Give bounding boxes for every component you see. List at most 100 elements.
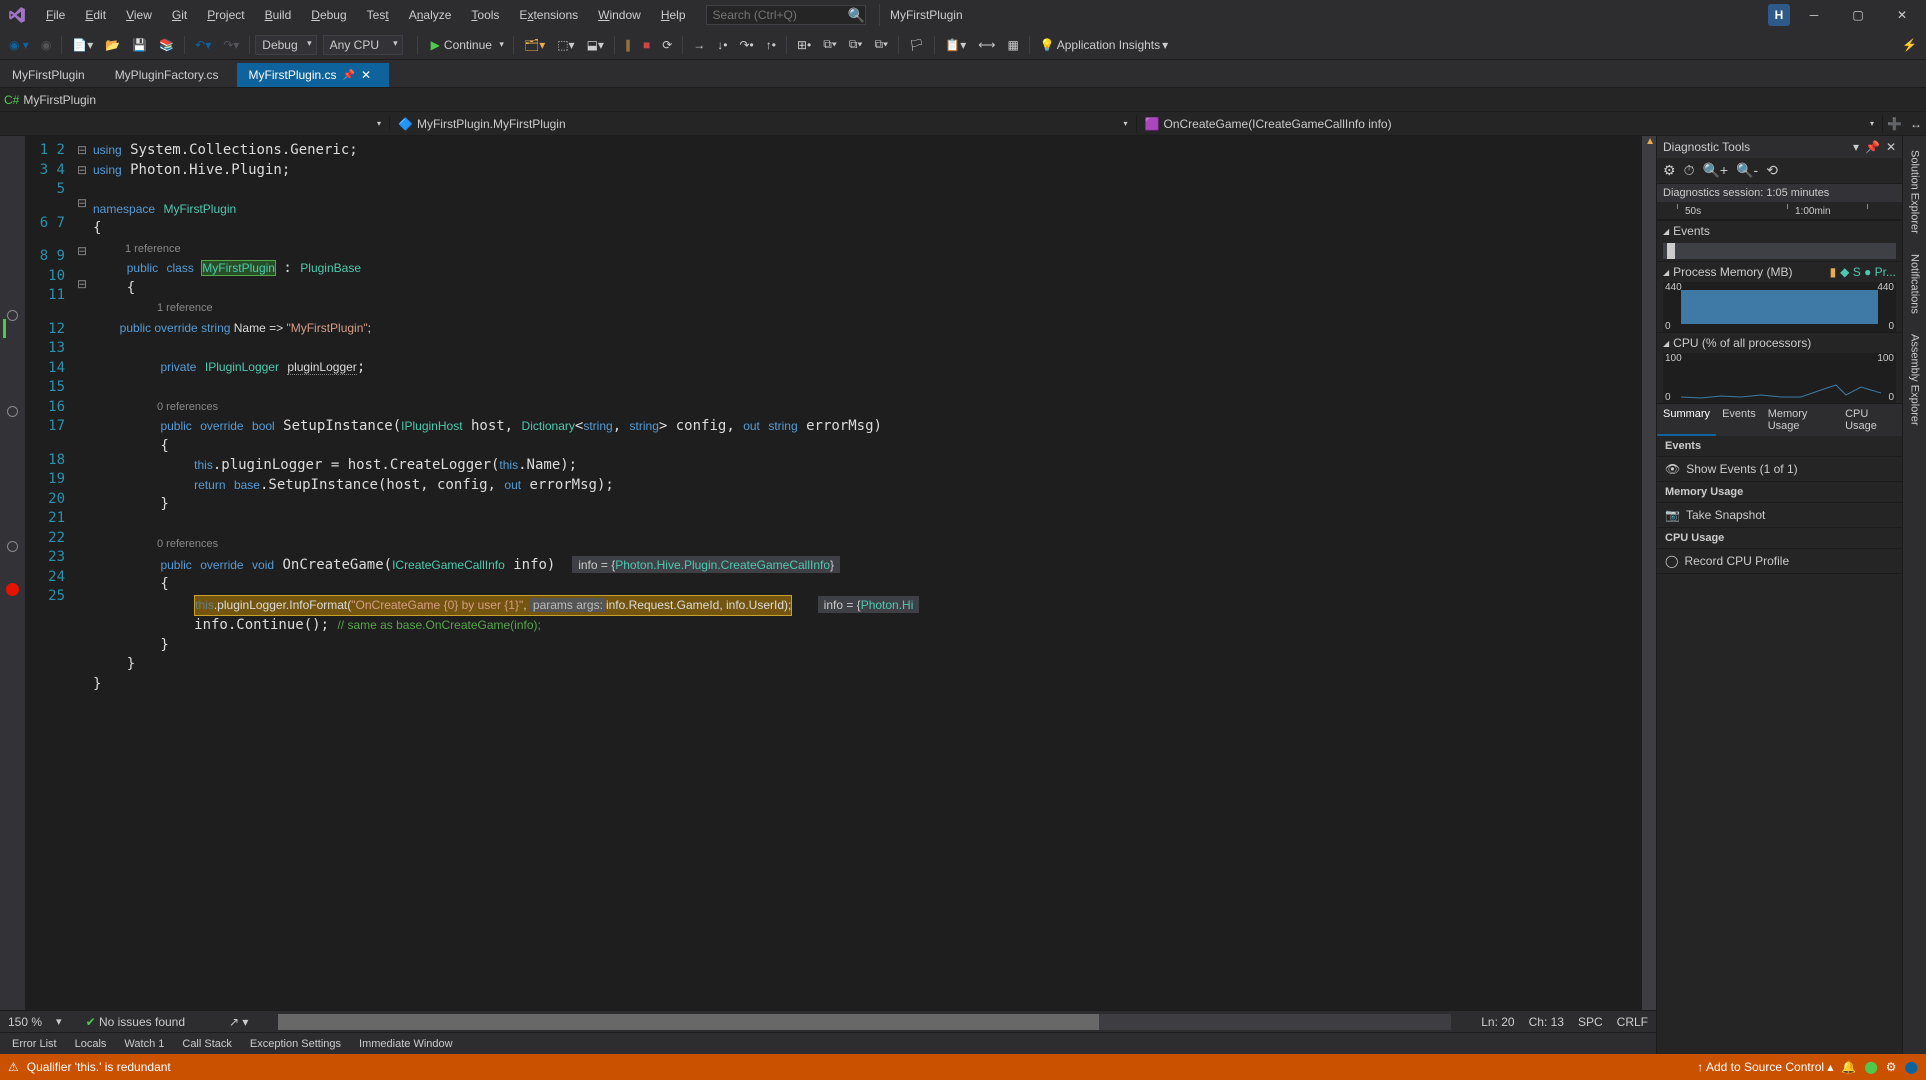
memory-chart[interactable]: 440 440 0 0 — [1663, 282, 1896, 332]
nav-hint-icon[interactable]: ↗ ▾ — [229, 1015, 248, 1029]
user-avatar[interactable]: H — [1768, 4, 1790, 26]
codelens-ref[interactable]: 0 references — [93, 538, 218, 550]
extras-a-icon[interactable]: 🔔 — [1841, 1060, 1856, 1074]
tb-d[interactable]: ⊞• — [792, 35, 816, 55]
data-tip[interactable]: info = {Photon.Hive.Plugin.CreateGameCal… — [572, 556, 840, 573]
open-button[interactable]: 📂 — [100, 35, 125, 55]
tab-locals[interactable]: Locals — [67, 1035, 115, 1053]
code-content[interactable]: using System.Collections.Generic; using … — [89, 136, 1656, 1010]
pin-icon[interactable]: 📌 — [1865, 140, 1880, 154]
reset-icon[interactable]: ⟲ — [1766, 162, 1778, 179]
assembly-explorer-tab[interactable]: Assembly Explorer — [1905, 324, 1925, 436]
diag-tab-summary[interactable]: Summary — [1657, 404, 1716, 436]
diag-title-bar[interactable]: Diagnostic Tools ▾📌✕ — [1657, 136, 1902, 158]
insights-button[interactable]: 💡 Application Insights ▾ — [1035, 35, 1173, 55]
live-share-button[interactable]: ⚡ — [1897, 35, 1922, 55]
new-file-button[interactable]: 📄▾ — [67, 35, 98, 55]
breakpoint-gutter[interactable] — [0, 136, 25, 1010]
record-cpu-button[interactable]: ◯Record CPU Profile — [1657, 549, 1902, 574]
tab-watch1[interactable]: Watch 1 — [116, 1035, 172, 1053]
member-dropdown[interactable]: 🟪OnCreateGame(ICreateGameCallInfo info) — [1137, 115, 1884, 133]
diag-timeline[interactable]: 50s 1:00min — [1657, 202, 1902, 220]
diag-cpu-header[interactable]: ◢CPU (% of all processors) — [1657, 332, 1902, 353]
tab-myfirstplugin[interactable]: MyFirstPlugin — [0, 63, 103, 87]
undo-button[interactable]: ↶▾ — [190, 35, 216, 55]
pin-icon[interactable]: 📌 — [343, 70, 355, 81]
split-icon[interactable]: ↔ — [1906, 117, 1926, 131]
close-button[interactable]: ✕ — [1882, 0, 1922, 30]
bp-empty-icon[interactable] — [7, 541, 18, 552]
cpu-chart[interactable]: 100 100 0 0 — [1663, 353, 1896, 403]
events-bar[interactable] — [1663, 243, 1896, 259]
config-dropdown[interactable]: Debug — [255, 35, 316, 55]
take-snapshot-button[interactable]: 📷Take Snapshot — [1657, 503, 1902, 528]
tab-myfirstplugin-cs[interactable]: MyFirstPlugin.cs 📌 ✕ — [237, 63, 390, 87]
menu-window[interactable]: Window — [590, 4, 649, 26]
breakpoint-icon[interactable] — [6, 583, 19, 596]
tab-error-list[interactable]: Error List — [4, 1035, 65, 1053]
tb-f[interactable]: ⧉▾ — [844, 34, 868, 55]
bp-empty-icon[interactable] — [7, 406, 18, 417]
save-button[interactable]: 💾 — [127, 35, 152, 55]
codelens-ref[interactable]: 1 reference — [93, 243, 181, 255]
tab-exception-settings[interactable]: Exception Settings — [242, 1035, 349, 1053]
vertical-scrollbar[interactable]: ▲ — [1642, 136, 1656, 1010]
menu-help[interactable]: Help — [653, 4, 694, 26]
code-editor[interactable]: 1 2 3 4 5 6 7 8 9 10 11 12 13 14 15 16 1… — [0, 136, 1656, 1010]
bp-empty-icon[interactable] — [7, 310, 18, 321]
diag-tab-memory[interactable]: Memory Usage — [1762, 404, 1839, 436]
nav-fwd-button[interactable]: ◉ — [36, 35, 56, 55]
zoom-level[interactable]: 150 % — [8, 1015, 42, 1029]
tb-e[interactable]: ⧉▾ — [818, 34, 842, 55]
close-icon[interactable]: ✕ — [1886, 140, 1896, 154]
menu-git[interactable]: Git — [164, 4, 195, 26]
extras-c-icon[interactable]: ⚙ — [1886, 1060, 1897, 1074]
tab-call-stack[interactable]: Call Stack — [174, 1035, 240, 1053]
menu-file[interactable]: File — [38, 4, 73, 26]
menu-analyze[interactable]: Analyze — [401, 4, 460, 26]
step-over-button[interactable]: ↷• — [734, 35, 758, 55]
menu-view[interactable]: View — [118, 4, 160, 26]
extras-b-icon[interactable]: ⬤ — [1864, 1060, 1877, 1074]
diag-memory-header[interactable]: ◢Process Memory (MB)▮◆ S ● Pr... — [1657, 261, 1902, 282]
redo-button[interactable]: ↷▾ — [218, 35, 244, 55]
stop-button[interactable]: ■ — [638, 35, 655, 55]
restart-button[interactable]: ⟳ — [657, 35, 677, 55]
menu-debug[interactable]: Debug — [303, 4, 354, 26]
tb-j[interactable]: ▦ — [1002, 35, 1023, 55]
bookmark-button[interactable]: 🏳 — [904, 35, 929, 55]
minimize-button[interactable]: ─ — [1794, 0, 1834, 30]
tb-b[interactable]: ⬚▾ — [552, 35, 579, 55]
step-next-button[interactable]: → — [688, 35, 710, 55]
tb-c[interactable]: ⬓▾ — [582, 35, 609, 55]
tb-i[interactable]: ⟷ — [973, 35, 1000, 55]
menu-extensions[interactable]: Extensions — [511, 4, 586, 26]
maximize-button[interactable]: ▢ — [1838, 0, 1878, 30]
zoom-in-icon[interactable]: 🔍+ — [1702, 162, 1728, 179]
diag-tab-cpu[interactable]: CPU Usage — [1839, 404, 1902, 436]
tab-mypluginfactory[interactable]: MyPluginFactory.cs — [103, 63, 237, 87]
gear-icon[interactable]: ⚙ — [1663, 162, 1676, 179]
search-input[interactable] — [706, 5, 866, 25]
search-icon[interactable]: 🔍 — [848, 7, 865, 24]
notifications-tab[interactable]: Notifications — [1905, 244, 1925, 324]
class-dropdown[interactable] — [0, 117, 390, 130]
data-tip[interactable]: info = {Photon.Hi — [818, 596, 920, 613]
save-all-button[interactable]: 📚 — [154, 35, 179, 55]
zoom-out-icon[interactable]: 🔍- — [1736, 162, 1758, 179]
menu-tools[interactable]: Tools — [463, 4, 507, 26]
close-tab-icon[interactable]: ✕ — [361, 68, 371, 82]
diag-tab-events[interactable]: Events — [1716, 404, 1762, 436]
menu-project[interactable]: Project — [199, 4, 252, 26]
status-message[interactable]: Qualifier 'this.' is redundant — [27, 1060, 171, 1074]
fold-gutter[interactable]: ⊟ ⊟ ⊟ ⊟ ⊟ — [75, 136, 89, 1010]
pause-button[interactable]: ∥ — [620, 35, 636, 55]
tb-h[interactable]: 📋▾ — [940, 35, 971, 55]
platform-dropdown[interactable]: Any CPU — [323, 35, 403, 55]
extras-d-icon[interactable]: ⬤ — [1905, 1060, 1918, 1074]
issues-status[interactable]: No issues found — [99, 1015, 185, 1029]
menu-build[interactable]: Build — [257, 4, 300, 26]
class-dropdown-name[interactable]: 🔷MyFirstPlugin.MyFirstPlugin — [390, 115, 1137, 133]
codelens-ref[interactable]: 0 references — [93, 401, 218, 413]
project-name[interactable]: MyFirstPlugin — [23, 93, 96, 107]
